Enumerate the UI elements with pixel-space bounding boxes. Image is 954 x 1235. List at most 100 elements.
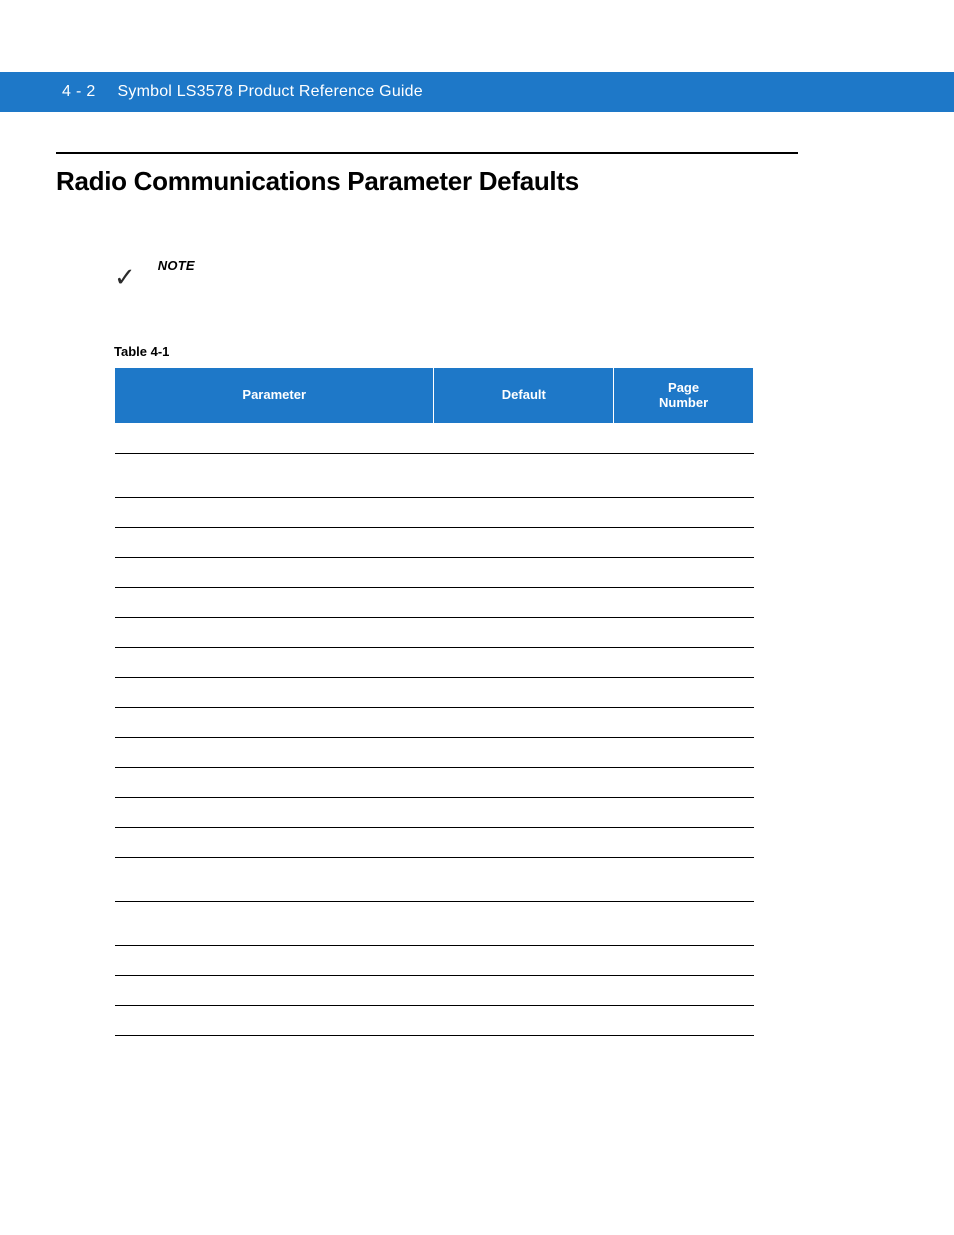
table-cell-default bbox=[434, 768, 614, 798]
table-row bbox=[115, 858, 754, 902]
checkmark-icon: ✓ bbox=[114, 264, 136, 290]
table-row bbox=[115, 1006, 754, 1036]
note-callout: ✓ NOTE bbox=[114, 258, 195, 284]
parameter-defaults-table: Parameter Default Page Number bbox=[114, 367, 754, 1066]
table-cell-parameter bbox=[115, 858, 434, 902]
table-row bbox=[115, 828, 754, 858]
table-cell-default bbox=[434, 618, 614, 648]
table-cell-parameter bbox=[115, 558, 434, 588]
header-doc-title: Symbol LS3578 Product Reference Guide bbox=[118, 83, 423, 101]
table-row bbox=[115, 454, 754, 498]
table-cell-parameter bbox=[115, 946, 434, 976]
table-cell-default bbox=[434, 798, 614, 828]
col-header-parameter: Parameter bbox=[115, 368, 434, 424]
table-cell-default bbox=[434, 946, 614, 976]
table-cell-default bbox=[434, 424, 614, 454]
table-cell-default bbox=[434, 828, 614, 858]
table-cell-parameter bbox=[115, 618, 434, 648]
table-row bbox=[115, 678, 754, 708]
table-cell-default bbox=[434, 858, 614, 902]
col-header-page-number: Page Number bbox=[614, 368, 754, 424]
table-row bbox=[115, 708, 754, 738]
table-cell-default bbox=[434, 678, 614, 708]
table-cell-parameter bbox=[115, 768, 434, 798]
table-caption: Table 4-1 bbox=[114, 344, 754, 359]
table-cell-parameter bbox=[115, 588, 434, 618]
table-cell-default bbox=[434, 558, 614, 588]
table-cell-parameter bbox=[115, 902, 434, 946]
table-row bbox=[115, 648, 754, 678]
table-row bbox=[115, 558, 754, 588]
table-cell-parameter bbox=[115, 1006, 434, 1036]
table-cell-page bbox=[614, 738, 754, 768]
table-cell-parameter bbox=[115, 498, 434, 528]
header-page-number: 4 - 2 bbox=[62, 83, 96, 101]
table-row bbox=[115, 798, 754, 828]
table-cell-page bbox=[614, 588, 754, 618]
table-cell-page bbox=[614, 1036, 754, 1066]
table-cell-default bbox=[434, 528, 614, 558]
table-cell-default bbox=[434, 588, 614, 618]
table-cell-default bbox=[434, 902, 614, 946]
col-header-page-line2: Number bbox=[659, 395, 708, 410]
table-cell-page bbox=[614, 708, 754, 738]
table-cell-page bbox=[614, 976, 754, 1006]
table-cell-default bbox=[434, 498, 614, 528]
table-cell-default bbox=[434, 1036, 614, 1066]
table-cell-default bbox=[434, 454, 614, 498]
table-cell-page bbox=[614, 528, 754, 558]
table-cell-page bbox=[614, 558, 754, 588]
table-cell-default bbox=[434, 708, 614, 738]
table-cell-parameter bbox=[115, 708, 434, 738]
table-row bbox=[115, 424, 754, 454]
table-cell-page bbox=[614, 454, 754, 498]
table-body bbox=[115, 424, 754, 1066]
table-cell-page bbox=[614, 678, 754, 708]
table-row bbox=[115, 946, 754, 976]
table-cell-page bbox=[614, 424, 754, 454]
section-heading: Radio Communications Parameter Defaults bbox=[56, 166, 798, 197]
table-row bbox=[115, 738, 754, 768]
table-row bbox=[115, 528, 754, 558]
table-cell-page bbox=[614, 902, 754, 946]
table-row bbox=[115, 498, 754, 528]
table-cell-default bbox=[434, 976, 614, 1006]
table-cell-page bbox=[614, 946, 754, 976]
table-row bbox=[115, 618, 754, 648]
col-header-default: Default bbox=[434, 368, 614, 424]
table-cell-page bbox=[614, 1006, 754, 1036]
table-cell-parameter bbox=[115, 1036, 434, 1066]
table-cell-page bbox=[614, 618, 754, 648]
table-cell-page bbox=[614, 798, 754, 828]
page-root: 4 - 2 Symbol LS3578 Product Reference Gu… bbox=[0, 0, 954, 1235]
table-header: Parameter Default Page Number bbox=[115, 368, 754, 424]
table-cell-page bbox=[614, 828, 754, 858]
table-cell-parameter bbox=[115, 798, 434, 828]
table-cell-parameter bbox=[115, 454, 434, 498]
table-cell-parameter bbox=[115, 738, 434, 768]
section-divider bbox=[56, 152, 798, 154]
table-cell-parameter bbox=[115, 678, 434, 708]
table-cell-parameter bbox=[115, 976, 434, 1006]
section: Radio Communications Parameter Defaults bbox=[56, 152, 798, 197]
table-cell-default bbox=[434, 738, 614, 768]
table-4-1: Table 4-1 Parameter Default Page Number bbox=[114, 344, 754, 1066]
note-label: NOTE bbox=[158, 258, 195, 273]
table-row bbox=[115, 588, 754, 618]
table-row bbox=[115, 768, 754, 798]
col-header-page-line1: Page bbox=[668, 380, 699, 395]
table-cell-parameter bbox=[115, 828, 434, 858]
table-row bbox=[115, 902, 754, 946]
table-row bbox=[115, 976, 754, 1006]
table-cell-default bbox=[434, 1006, 614, 1036]
table-cell-parameter bbox=[115, 528, 434, 558]
table-cell-default bbox=[434, 648, 614, 678]
table-cell-page bbox=[614, 858, 754, 902]
table-row bbox=[115, 1036, 754, 1066]
table-cell-page bbox=[614, 648, 754, 678]
table-cell-page bbox=[614, 768, 754, 798]
table-cell-parameter bbox=[115, 648, 434, 678]
running-header: 4 - 2 Symbol LS3578 Product Reference Gu… bbox=[0, 72, 954, 112]
table-cell-parameter bbox=[115, 424, 434, 454]
table-cell-page bbox=[614, 498, 754, 528]
